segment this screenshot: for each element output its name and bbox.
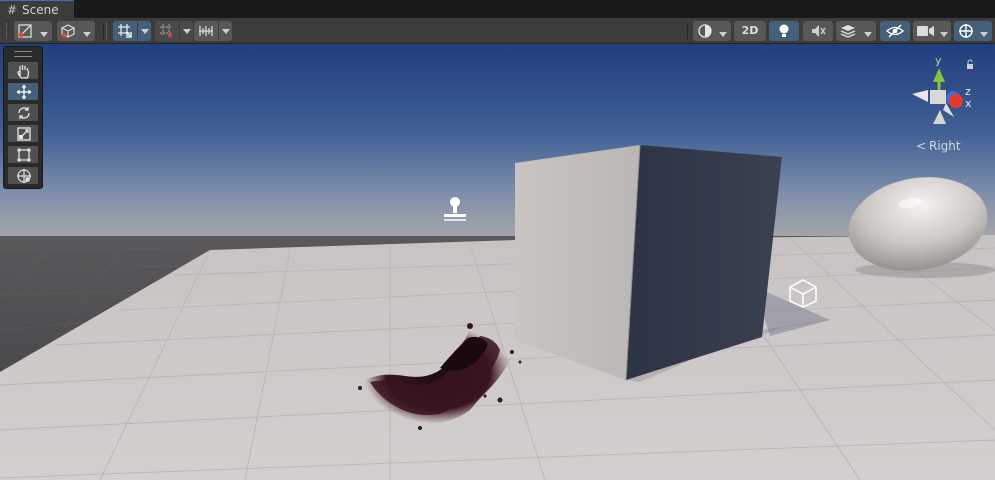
tab-bar: # Scene [0, 0, 995, 18]
audio-button[interactable] [803, 21, 833, 41]
scale-icon [17, 127, 31, 141]
increment-snap-icon [199, 26, 213, 36]
view-back-arrow[interactable]: < [916, 139, 926, 153]
grid-visibility-dropdown[interactable] [180, 21, 193, 41]
increment-snap-dropdown[interactable] [219, 21, 232, 41]
grid-visibility-button[interactable] [155, 21, 179, 41]
camera-settings-icon [917, 26, 934, 36]
scene-render [0, 44, 995, 480]
effects-icon [840, 25, 856, 38]
hidden-objects-button[interactable] [880, 21, 910, 41]
chevron-down-icon[interactable] [980, 32, 988, 37]
toolbar-grip[interactable] [6, 23, 10, 39]
rotate-icon [18, 107, 30, 119]
scene-camera-button[interactable] [57, 21, 95, 41]
grid-hash-icon: # [7, 3, 18, 17]
scene-camera-icon [61, 24, 75, 38]
gizmo-axis-x-label: x [965, 97, 972, 110]
lighting-button[interactable] [769, 21, 799, 41]
chevron-down-icon[interactable] [940, 32, 948, 37]
grid-snap-button[interactable] [113, 21, 137, 41]
hidden-objects-icon [886, 24, 904, 38]
increment-snap-button[interactable] [194, 21, 218, 41]
draw-mode-icon [18, 24, 32, 38]
audio-icon [812, 25, 826, 37]
grid-snap-icon [118, 24, 132, 38]
draw-mode-button[interactable] [14, 21, 52, 41]
chevron-down-icon[interactable] [719, 32, 727, 37]
grid-snap-dropdown[interactable] [138, 21, 151, 41]
gizmos-button[interactable] [954, 21, 992, 41]
chevron-down-icon[interactable] [83, 32, 91, 37]
gizmos-icon [959, 24, 973, 38]
rect-icon [17, 148, 31, 162]
mode-2d-button[interactable]: 2D [734, 21, 766, 41]
rect-tool[interactable] [7, 145, 39, 164]
transform-icon [17, 169, 31, 183]
scene-toolbar: 2D [0, 18, 995, 44]
effects-button[interactable] [836, 21, 876, 41]
tool-strip-grip[interactable] [14, 51, 32, 57]
move-tool[interactable] [7, 82, 39, 101]
gizmo-view-label[interactable]: Right [929, 139, 961, 153]
camera-settings-button[interactable] [913, 21, 951, 41]
view-hand-tool[interactable] [7, 61, 39, 80]
move-icon [16, 84, 32, 100]
scene-viewport[interactable]: y z x < Right [0, 44, 995, 480]
chevron-down-icon[interactable] [864, 32, 872, 37]
transform-tool[interactable] [7, 166, 39, 185]
tab-scene[interactable]: # Scene [0, 0, 74, 18]
toolbar-grip[interactable] [106, 23, 110, 39]
shading-mode-button[interactable] [693, 21, 731, 41]
tool-strip [3, 46, 43, 189]
hand-icon [17, 65, 30, 79]
toolbar-separator [687, 23, 688, 39]
scale-tool[interactable] [7, 124, 39, 143]
shading-mode-icon [698, 24, 712, 38]
gizmo-axis-y-label: y [935, 54, 942, 67]
grid-visibility-icon [160, 24, 172, 37]
tab-scene-label: Scene [22, 3, 59, 17]
rotate-tool[interactable] [7, 103, 39, 122]
lighting-icon [779, 24, 789, 37]
toolbar-separator [103, 23, 104, 39]
chevron-down-icon[interactable] [40, 32, 48, 37]
